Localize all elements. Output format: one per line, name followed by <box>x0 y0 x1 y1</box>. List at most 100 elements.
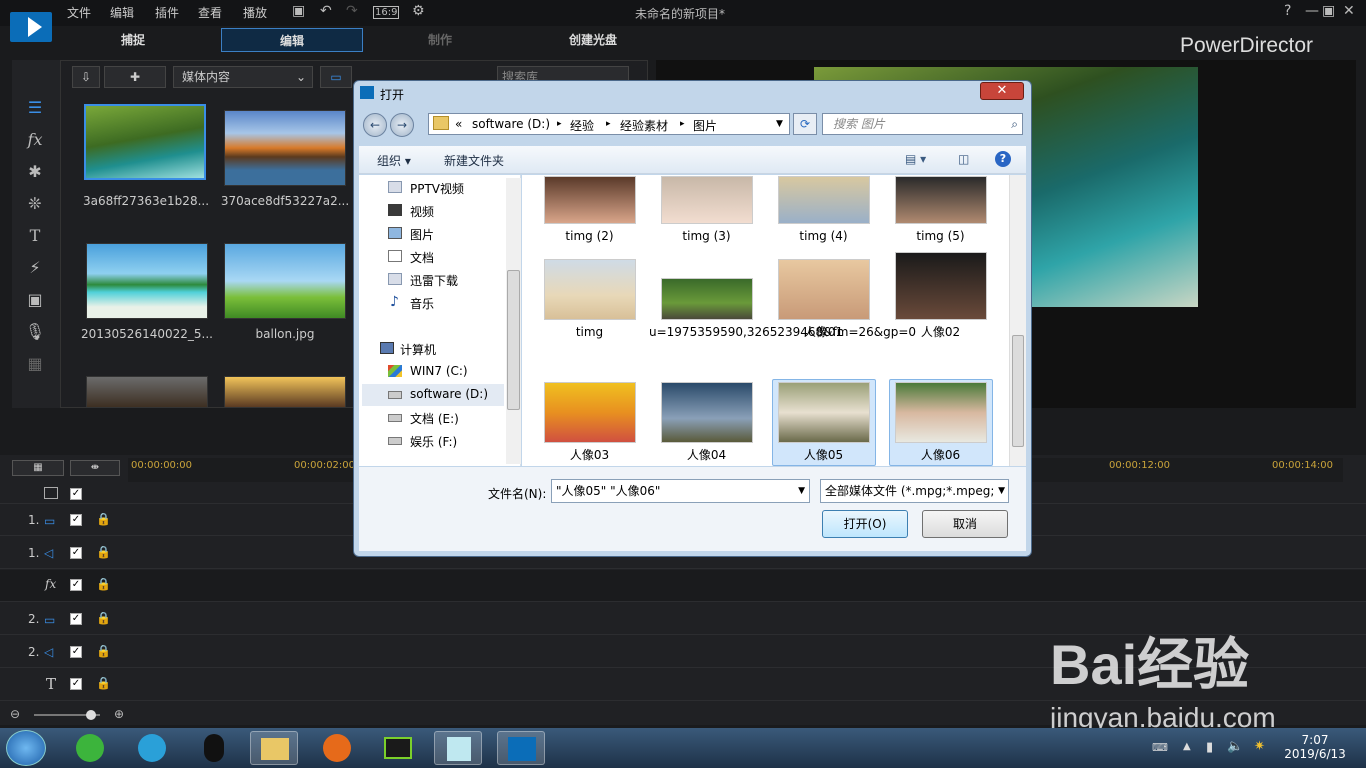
track-checkbox[interactable]: ✓ <box>70 488 82 500</box>
taskbar-app-firefox-icon[interactable] <box>313 731 361 765</box>
file-thumb[interactable] <box>544 382 636 443</box>
file-name[interactable]: timg (4) <box>766 229 881 244</box>
file-name[interactable]: 人像02 <box>883 325 998 340</box>
taskbar-app-360-icon[interactable] <box>66 731 114 765</box>
keyboard-icon[interactable]: ⌨ <box>1152 741 1168 754</box>
track-checkbox[interactable]: ✓ <box>70 579 82 591</box>
file-thumb[interactable] <box>661 278 753 320</box>
subtitle-room-icon[interactable]: ▣ <box>22 290 48 309</box>
title-room-icon[interactable]: T <box>22 226 48 245</box>
tab-edit[interactable]: 编辑 <box>221 28 363 52</box>
fx-track[interactable]: fx ✓ 🔒 <box>0 570 1366 602</box>
file-thumb[interactable] <box>895 382 987 443</box>
file-name[interactable]: 人像05 <box>766 448 881 463</box>
file-thumb[interactable] <box>544 259 636 320</box>
new-folder-button[interactable]: 新建文件夹 <box>444 152 504 169</box>
filename-input[interactable]: "人像05" "人像06" ▼ <box>551 479 810 503</box>
file-thumb[interactable] <box>661 176 753 224</box>
nav-item-drive-e[interactable]: 文档 (E:) <box>410 410 459 427</box>
file-thumb[interactable] <box>895 176 987 224</box>
dialog-close-button[interactable]: ✕ <box>980 82 1024 100</box>
file-thumb[interactable] <box>778 259 870 320</box>
file-scrollbar-thumb[interactable] <box>1012 335 1024 447</box>
content-type-dropdown[interactable]: 媒体内容 ⌄ <box>173 66 313 88</box>
tray-expand-icon[interactable]: ▲ <box>1183 741 1191 752</box>
pip-room-icon[interactable]: ✱ <box>22 162 48 181</box>
file-thumb[interactable] <box>544 176 636 224</box>
dialog-search-input[interactable]: 搜索 图片 ⌕ <box>822 113 1023 135</box>
taskbar-clock[interactable]: 7:07 2019/6/13 <box>1280 733 1350 761</box>
library-item-1[interactable] <box>84 104 206 180</box>
redo-icon[interactable]: ↷ <box>346 3 358 19</box>
nav-item-music[interactable]: 音乐 <box>410 295 434 312</box>
plugin-puzzle-icon[interactable]: ✚ <box>104 66 166 88</box>
media-room-icon[interactable]: ☰ <box>22 98 48 117</box>
taskbar-app-powerdirector-icon[interactable] <box>497 731 545 765</box>
undo-icon[interactable]: ↶ <box>320 3 332 19</box>
nav-item-drive-d[interactable]: software (D:) <box>410 387 488 401</box>
view-options-icon[interactable]: ▤ ▾ <box>905 152 926 166</box>
video-filter-icon[interactable]: ▭ <box>320 66 352 88</box>
taskbar-app-player-icon[interactable] <box>128 731 176 765</box>
back-arrow-icon[interactable]: ← <box>363 113 387 137</box>
menu-edit[interactable]: 编辑 <box>110 4 134 21</box>
library-item-3[interactable] <box>86 243 208 319</box>
nav-item-documents[interactable]: 文档 <box>410 249 434 266</box>
library-item-4[interactable] <box>224 243 346 319</box>
microphone-icon[interactable]: 🎙 <box>22 322 48 341</box>
menu-plugins[interactable]: 插件 <box>155 4 179 21</box>
file-name[interactable]: timg (2) <box>532 229 647 244</box>
track-checkbox[interactable]: ✓ <box>70 514 82 526</box>
tab-create-disc[interactable]: 创建光盘 <box>530 28 656 52</box>
aspect-ratio-selector[interactable]: 16:9 <box>373 6 400 19</box>
track-checkbox[interactable]: ✓ <box>70 613 82 625</box>
preview-pane-icon[interactable]: ◫ <box>958 152 969 166</box>
chevron-down-icon[interactable]: ▼ <box>996 480 1005 502</box>
file-name[interactable]: 人像01 <box>766 325 881 340</box>
filetype-select[interactable]: 全部媒体文件 (*.mpg;*.mpeg; ▼ <box>820 479 1009 503</box>
file-list-scrollbar[interactable] <box>1009 175 1026 466</box>
nav-item-computer[interactable]: 计算机 <box>400 341 436 358</box>
zoom-slider-handle[interactable] <box>86 710 96 720</box>
menu-file[interactable]: 文件 <box>67 4 91 21</box>
nav-item-drive-c[interactable]: WIN7 (C:) <box>410 364 468 378</box>
lock-icon[interactable]: 🔒 <box>96 611 111 625</box>
lock-icon[interactable]: 🔒 <box>96 676 111 690</box>
nav-item-drive-f[interactable]: 娱乐 (F:) <box>410 433 457 450</box>
volume-icon[interactable]: 🔈 <box>1227 739 1243 754</box>
organize-button[interactable]: 组织 ▾ <box>377 152 411 169</box>
lock-icon[interactable]: 🔒 <box>96 644 111 658</box>
track-select-icon[interactable] <box>44 487 58 499</box>
lock-icon[interactable]: 🔒 <box>96 545 111 559</box>
open-button[interactable]: 打开(O) <box>822 510 908 538</box>
forward-arrow-icon[interactable]: → <box>390 113 414 137</box>
file-thumb[interactable] <box>778 176 870 224</box>
minimize-icon[interactable]: — <box>1305 3 1319 19</box>
cancel-button[interactable]: 取消 <box>922 510 1008 538</box>
file-name[interactable]: u=1975359590,3265239468&fm=26&gp=0 <box>649 325 916 340</box>
library-item-2[interactable] <box>224 110 346 186</box>
storyboard-view-icon[interactable]: ▦ <box>12 460 64 476</box>
track-checkbox[interactable]: ✓ <box>70 646 82 658</box>
timeline-view-icon[interactable]: ⇼ <box>70 460 120 476</box>
breadcrumb-jingyan[interactable]: 经验 <box>570 117 594 134</box>
nav-scrollbar-thumb[interactable] <box>507 270 520 410</box>
nav-item-xunlei[interactable]: 迅雷下载 <box>410 272 458 289</box>
nav-scrollbar[interactable] <box>506 178 521 464</box>
start-button-icon[interactable] <box>6 730 46 766</box>
track-checkbox[interactable]: ✓ <box>70 547 82 559</box>
taskbar-app-notes-icon[interactable] <box>434 731 482 765</box>
help-icon[interactable]: ? <box>1284 3 1291 19</box>
taskbar-app-qq-icon[interactable] <box>190 731 238 765</box>
lock-icon[interactable]: 🔒 <box>96 577 111 591</box>
save-icon[interactable]: ▣ <box>292 3 305 19</box>
particle-room-icon[interactable]: ❊ <box>22 194 48 213</box>
library-item-5[interactable] <box>86 376 208 408</box>
fx-room-icon[interactable]: fx <box>22 130 48 149</box>
battery-icon[interactable]: ▮ <box>1206 740 1213 755</box>
nav-item-pictures[interactable]: 图片 <box>410 226 434 243</box>
menu-play[interactable]: 播放 <box>243 4 267 21</box>
nav-item-videos[interactable]: 视频 <box>410 203 434 220</box>
zoom-out-icon[interactable]: ⊖ <box>10 707 20 721</box>
taskbar-app-video-icon[interactable] <box>374 731 422 765</box>
